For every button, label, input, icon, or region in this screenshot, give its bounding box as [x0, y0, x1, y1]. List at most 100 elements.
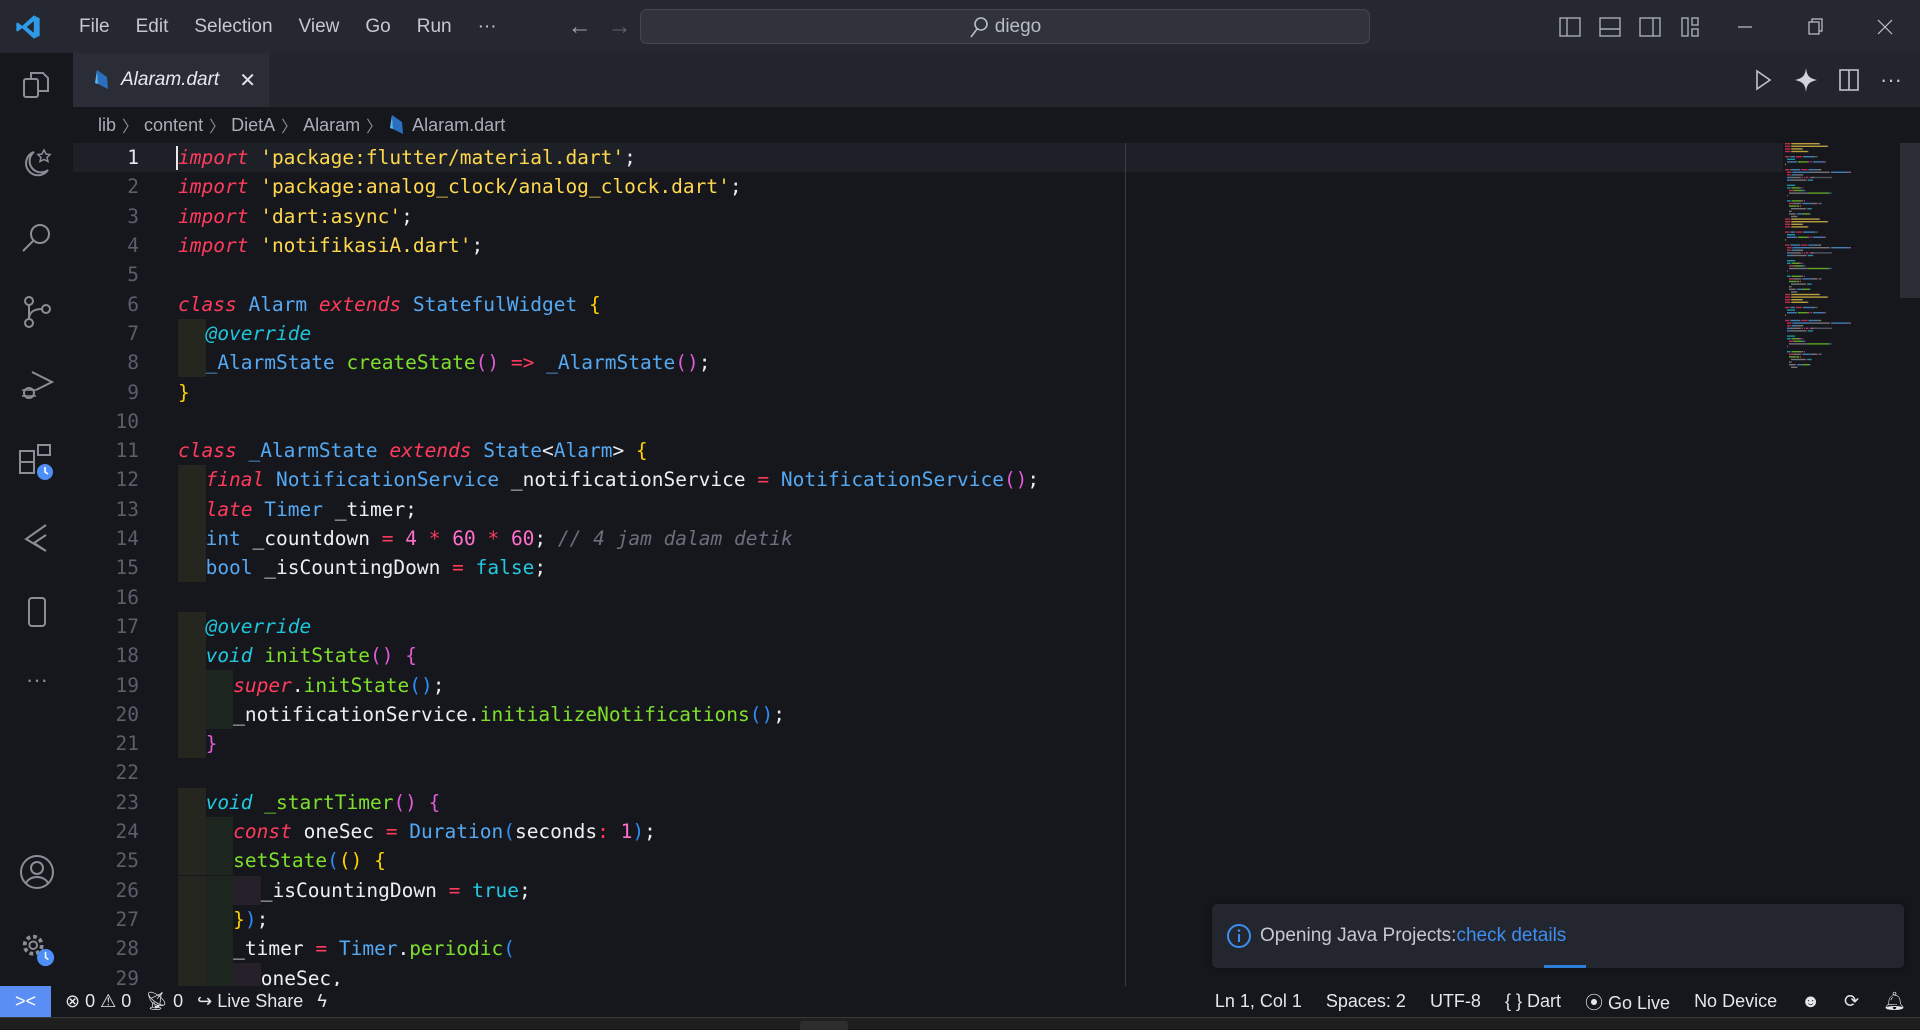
- code-line[interactable]: 26 _isCountingDown = true;: [73, 875, 1783, 905]
- line-content: const oneSec = Duration(seconds: 1);: [178, 816, 656, 847]
- live-share-label: Live Share: [217, 991, 304, 1011]
- copilot-sparkle-icon[interactable]: [1794, 67, 1818, 93]
- run-debug-icon[interactable]: [18, 366, 56, 404]
- night-theme-icon[interactable]: [18, 144, 56, 182]
- code-token: ;: [1027, 468, 1040, 492]
- menu-edit[interactable]: Edit: [123, 16, 182, 38]
- cursor-position[interactable]: Ln 1, Col 1: [1215, 991, 1302, 1012]
- menu-selection[interactable]: Selection: [181, 16, 285, 38]
- minimap-token: [1818, 169, 1821, 171]
- more-actions-icon[interactable]: ···: [1880, 67, 1902, 93]
- breadcrumb-alaram[interactable]: Alaram: [303, 115, 360, 136]
- check-details-link[interactable]: check details: [1456, 925, 1566, 947]
- problems-indicator[interactable]: ⊗ 0 ⚠ 0: [65, 991, 131, 1012]
- minimap-token: [1805, 330, 1807, 332]
- flutter-icon[interactable]: [18, 519, 56, 557]
- go-live-button[interactable]: ⦿ Go Live: [1585, 989, 1670, 1015]
- code-token: ): [632, 820, 645, 844]
- code-line[interactable]: 18 void initState() {: [73, 641, 1783, 671]
- code-line[interactable]: 20 _notificationService. initializeNotific…: [73, 699, 1783, 729]
- split-editor-icon[interactable]: [1838, 68, 1860, 92]
- lightning-icon[interactable]: ϟ: [317, 991, 327, 1012]
- code-line[interactable]: 13 late Timer _timer;: [73, 494, 1783, 524]
- run-icon[interactable]: [1752, 68, 1774, 92]
- code-line[interactable]: 7 @override: [73, 318, 1783, 349]
- forward-button[interactable]: →: [608, 13, 632, 41]
- breadcrumb-content[interactable]: content: [144, 115, 203, 136]
- live-share-button[interactable]: ↪ Live Share: [197, 991, 303, 1012]
- code-line[interactable]: 1 import 'package:flutter/material.dart';: [73, 143, 1783, 173]
- breadcrumb-file[interactable]: Alaram.dart: [412, 115, 505, 136]
- close-window-icon[interactable]: [1850, 12, 1920, 42]
- code-line[interactable]: 9}: [73, 377, 1783, 406]
- notifications-bell-icon[interactable]: 🔔︎: [1883, 991, 1906, 1012]
- code-token: State: [483, 439, 542, 463]
- menu-go[interactable]: Go: [352, 16, 403, 38]
- code-line[interactable]: 15 bool _isCountingDown = false;: [73, 553, 1783, 583]
- code-line[interactable]: 17 @override: [73, 611, 1783, 642]
- minimap-token: [1816, 231, 1818, 233]
- code-line[interactable]: 6 class Alarm extends StatefulWidget {: [73, 290, 1783, 319]
- manage-gear-icon[interactable]: [18, 930, 56, 968]
- menu-view[interactable]: View: [286, 16, 353, 38]
- back-button[interactable]: ←: [568, 13, 592, 41]
- minimize-icon[interactable]: [1710, 12, 1780, 42]
- code-line[interactable]: 19 super. initState();: [73, 670, 1783, 700]
- breadcrumb-lib[interactable]: lib: [98, 115, 116, 136]
- encoding[interactable]: UTF-8: [1430, 991, 1481, 1012]
- indentation[interactable]: Spaces: 2: [1326, 991, 1406, 1012]
- more-views-icon[interactable]: ···: [18, 661, 56, 699]
- code-line[interactable]: 3 import 'dart:async';: [73, 202, 1783, 231]
- code-line[interactable]: 11 class _AlarmState extends State < Alarm >…: [73, 436, 1783, 465]
- remote-indicator-icon[interactable]: ><: [0, 986, 51, 1017]
- code-line[interactable]: 21}: [73, 729, 1783, 759]
- sync-icon[interactable]: ⟳: [1844, 991, 1859, 1012]
- device-icon[interactable]: [18, 593, 56, 631]
- search-icon[interactable]: [18, 219, 56, 257]
- menu-run[interactable]: Run: [404, 16, 465, 38]
- code-line[interactable]: 24 const oneSec = Duration(seconds: 1);: [73, 816, 1783, 847]
- minimap-token: [1785, 163, 1786, 166]
- toggle-panel-icon[interactable]: [1590, 12, 1630, 42]
- minimap-token: [1797, 280, 1799, 283]
- code-line[interactable]: 12 final NotificationService _notificatio…: [73, 465, 1783, 495]
- toggle-secondary-sidebar-icon[interactable]: [1630, 12, 1670, 42]
- explorer-icon[interactable]: [18, 67, 56, 105]
- code-line[interactable]: 16: [73, 583, 1783, 612]
- ports-indicator[interactable]: 📡︎ 0: [145, 991, 183, 1012]
- source-control-icon[interactable]: [18, 293, 56, 331]
- device-selector[interactable]: No Device: [1694, 991, 1777, 1012]
- code-line[interactable]: 5: [73, 260, 1783, 289]
- tab-alaram-dart[interactable]: Alaram.dart ✕: [73, 53, 269, 107]
- code-line[interactable]: 8 _AlarmState createState() => _AlarmStat…: [73, 348, 1783, 378]
- restore-icon[interactable]: [1780, 12, 1850, 42]
- minimap-token: [1818, 202, 1820, 205]
- accounts-icon[interactable]: [18, 853, 56, 891]
- copilot-icon[interactable]: ☻: [1801, 991, 1820, 1012]
- code-line[interactable]: 25 setState(() {: [73, 846, 1783, 876]
- menu-file[interactable]: File: [66, 16, 123, 38]
- close-tab-icon[interactable]: ✕: [239, 68, 256, 93]
- menu-more[interactable]: ···: [465, 16, 510, 38]
- code-line[interactable]: 23 void _startTimer() {: [73, 787, 1783, 817]
- minimap-token: [1795, 231, 1803, 233]
- dart-file-icon: [390, 115, 404, 134]
- extensions-icon[interactable]: [18, 443, 56, 481]
- breadcrumb-dieta[interactable]: DietA: [231, 115, 275, 136]
- editor-scrollbar[interactable]: [1900, 143, 1920, 298]
- toggle-primary-sidebar-icon[interactable]: [1550, 12, 1590, 42]
- customize-layout-icon[interactable]: [1670, 12, 1710, 42]
- indent-guide: [178, 465, 206, 495]
- code-line[interactable]: 10: [73, 407, 1783, 436]
- minimap-token: [1802, 252, 1804, 254]
- command-center-search[interactable]: diego: [640, 9, 1370, 44]
- code-line[interactable]: 4 import 'notifikasiA.dart';: [73, 231, 1783, 260]
- code-line[interactable]: 14 int _countdown = 4 * 60 * 60; // 4 jam…: [73, 523, 1783, 554]
- code-line[interactable]: 2 import 'package:analog_clock/analog_clo…: [73, 172, 1783, 201]
- language-mode[interactable]: { } Dart: [1505, 991, 1561, 1012]
- code-line[interactable]: 22: [73, 758, 1783, 787]
- minimap[interactable]: [1785, 143, 1900, 393]
- code-editor[interactable]: 1 import 'package:flutter/material.dart';…: [73, 143, 1783, 986]
